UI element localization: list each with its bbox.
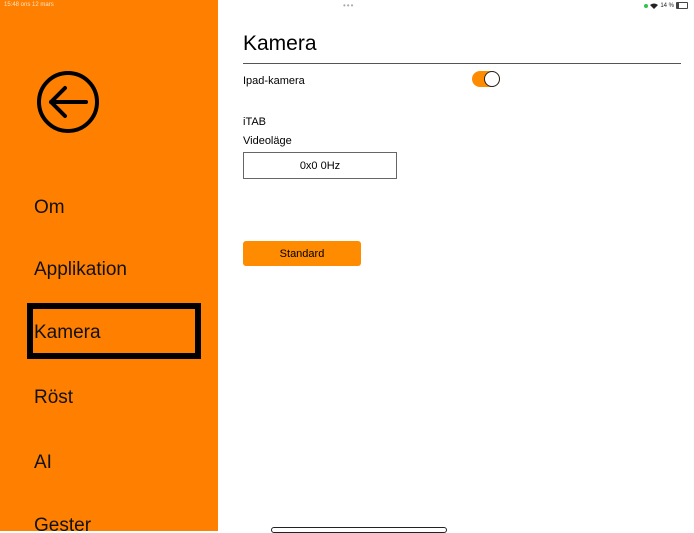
sidebar: 15:48 ons 12 mars Om Applikation Kamera … <box>0 0 218 531</box>
privacy-dot-icon <box>644 3 649 8</box>
video-mode-value: 0x0 0Hz <box>299 159 341 172</box>
sidebar-item-rost[interactable]: Röst <box>34 387 73 409</box>
sidebar-item-kamera[interactable]: Kamera <box>34 322 101 344</box>
standard-button[interactable]: Standard <box>243 241 361 266</box>
battery-icon <box>676 2 688 9</box>
sidebar-item-applikation[interactable]: Applikation <box>34 259 127 281</box>
home-indicator[interactable] <box>271 527 447 533</box>
back-button[interactable] <box>34 68 102 136</box>
device-name: iTAB <box>243 116 267 128</box>
video-mode-select[interactable]: 0x0 0Hz <box>243 152 397 179</box>
title-divider <box>243 63 681 64</box>
sidebar-item-ai[interactable]: AI <box>34 452 52 474</box>
video-mode-label: Videoläge <box>243 135 292 147</box>
battery-percent: 14 % <box>660 2 674 9</box>
toggle-knob <box>484 71 500 87</box>
page-title: Kamera <box>243 32 317 55</box>
ipad-camera-toggle[interactable] <box>472 71 500 87</box>
sidebar-item-gester[interactable]: Gester <box>34 515 91 531</box>
status-indicators: 14 % <box>644 2 688 9</box>
ipad-camera-label: Ipad-kamera <box>243 75 305 87</box>
back-arrow-icon <box>37 71 99 133</box>
standard-button-label: Standard <box>279 247 325 260</box>
sidebar-item-om[interactable]: Om <box>34 197 65 219</box>
wifi-icon <box>650 3 659 9</box>
multitasking-dots[interactable]: ••• <box>343 1 354 10</box>
status-time: 15:48 ons 12 mars <box>4 2 54 8</box>
